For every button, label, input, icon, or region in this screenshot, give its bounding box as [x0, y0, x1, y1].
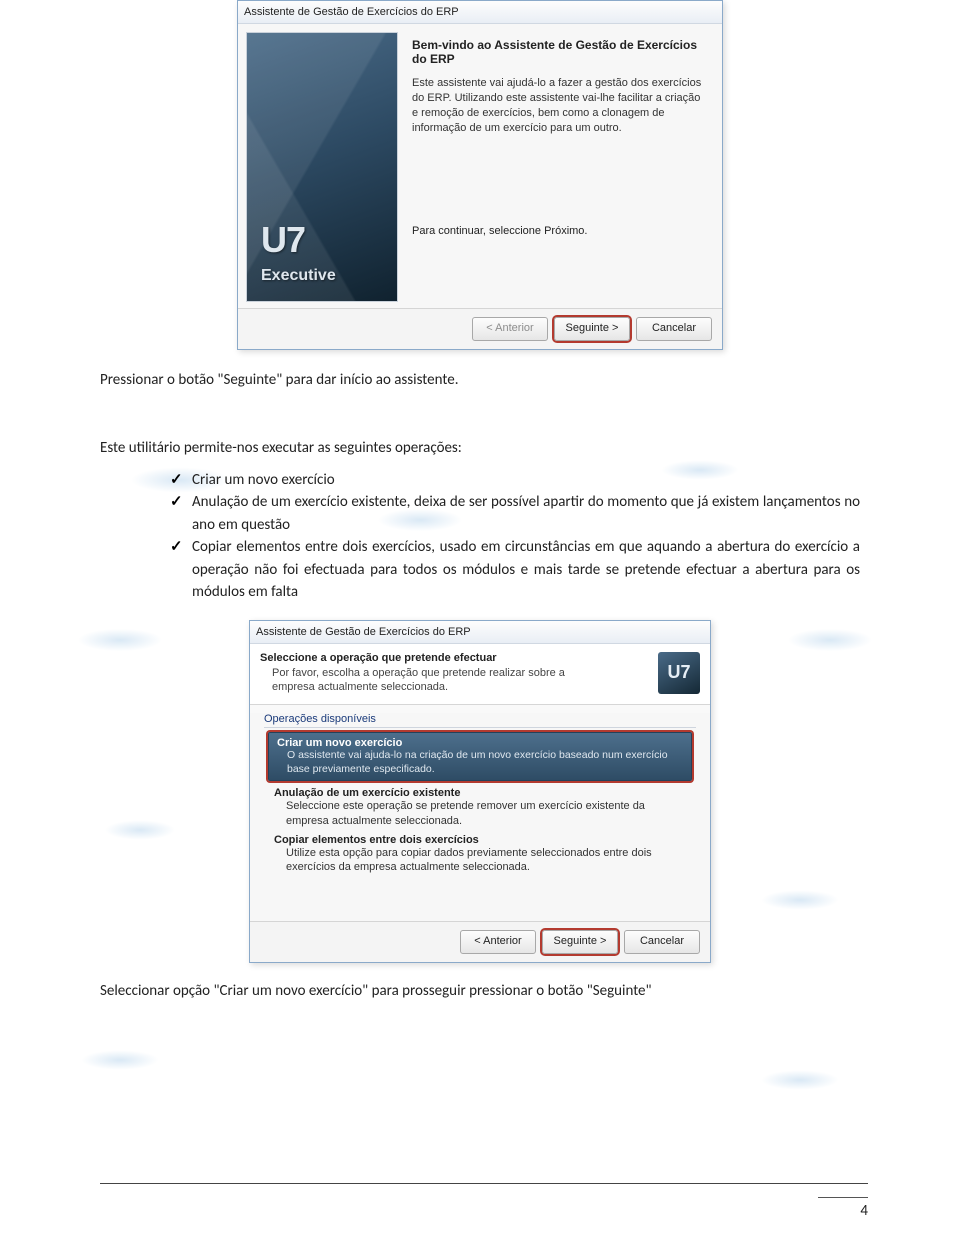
- option-description: Utilize esta opção para copiar dados pre…: [286, 846, 686, 875]
- option-title: Anulação de um exercício existente: [274, 787, 686, 799]
- cancel-button[interactable]: Cancelar: [624, 930, 700, 954]
- dialog2-heading: Seleccione a operação que pretende efect…: [260, 652, 658, 664]
- dialog2-footer: < Anterior Seguinte > Cancelar: [250, 921, 710, 962]
- option-title: Criar um novo exercício: [277, 737, 683, 749]
- dialog2-header: Seleccione a operação que pretende efect…: [250, 644, 710, 706]
- wizard-dialog-1: Assistente de Gestão de Exercícios do ER…: [237, 0, 723, 350]
- instruction-paragraph-1: Pressionar o botão "Seguinte" para dar i…: [100, 370, 860, 390]
- wizard-dialog-2: Assistente de Gestão de Exercícios do ER…: [249, 620, 711, 963]
- page-number: 4: [860, 1202, 868, 1220]
- list-item: Criar um novo exercício: [170, 469, 860, 492]
- instruction-paragraph-3: Seleccionar opção "Criar um novo exercíc…: [100, 981, 860, 1001]
- dialog1-footer: < Anterior Seguinte > Cancelar: [238, 309, 722, 349]
- page-number-rule: [818, 1197, 868, 1198]
- group-label: Operações disponíveis: [264, 713, 696, 725]
- dialog1-heading: Bem-vindo ao Assistente de Gestão de Exe…: [412, 38, 704, 66]
- back-button: < Anterior: [472, 317, 548, 341]
- document-page: Assistente de Gestão de Exercícios do ER…: [0, 0, 960, 1001]
- dialog1-continue-hint: Para continuar, seleccione Próximo.: [412, 225, 704, 237]
- dialog1-description: Este assistente vai ajudá-lo a fazer a g…: [412, 76, 704, 135]
- dialog2-titlebar[interactable]: Assistente de Gestão de Exercícios do ER…: [250, 621, 710, 644]
- footer-rule: [100, 1183, 868, 1184]
- dialog1-side-panel: U7 Executive: [246, 32, 398, 302]
- brand-logo-icon: U7: [261, 219, 305, 261]
- option-title: Copiar elementos entre dois exercícios: [274, 834, 686, 846]
- option-create-exercise[interactable]: Criar um novo exercício O assistente vai…: [268, 732, 692, 781]
- dialog2-subheading: Por favor, escolha a operação que preten…: [272, 666, 592, 695]
- dialog1-body: U7 Executive Bem-vindo ao Assistente de …: [238, 24, 722, 308]
- list-item: Anulação de um exercício existente, deix…: [170, 491, 860, 536]
- operations-list: Criar um novo exercício Anulação de um e…: [130, 469, 860, 604]
- instruction-paragraph-2: Este utilitário permite-nos executar as …: [100, 438, 860, 458]
- cancel-button[interactable]: Cancelar: [636, 317, 712, 341]
- next-button[interactable]: Seguinte >: [554, 317, 630, 341]
- brand-logo-small-icon: U7: [658, 652, 700, 694]
- option-description: Seleccione este operação se pretende rem…: [286, 799, 686, 828]
- dialog1-titlebar[interactable]: Assistente de Gestão de Exercícios do ER…: [238, 1, 722, 24]
- dialog1-main-panel: Bem-vindo ao Assistente de Gestão de Exe…: [398, 32, 714, 302]
- option-description: O assistente vai ajuda-lo na criação de …: [287, 749, 683, 776]
- options-group: Operações disponíveis Criar um novo exer…: [264, 713, 696, 874]
- option-annul-exercise[interactable]: Anulação de um exercício existente Selec…: [274, 787, 686, 828]
- back-button[interactable]: < Anterior: [460, 930, 536, 954]
- dialog2-body: Operações disponíveis Criar um novo exer…: [250, 713, 710, 920]
- next-button[interactable]: Seguinte >: [542, 930, 618, 954]
- brand-name-label: Executive: [261, 267, 336, 285]
- option-copy-elements[interactable]: Copiar elementos entre dois exercícios U…: [274, 834, 686, 875]
- list-item: Copiar elementos entre dois exercícios, …: [170, 536, 860, 604]
